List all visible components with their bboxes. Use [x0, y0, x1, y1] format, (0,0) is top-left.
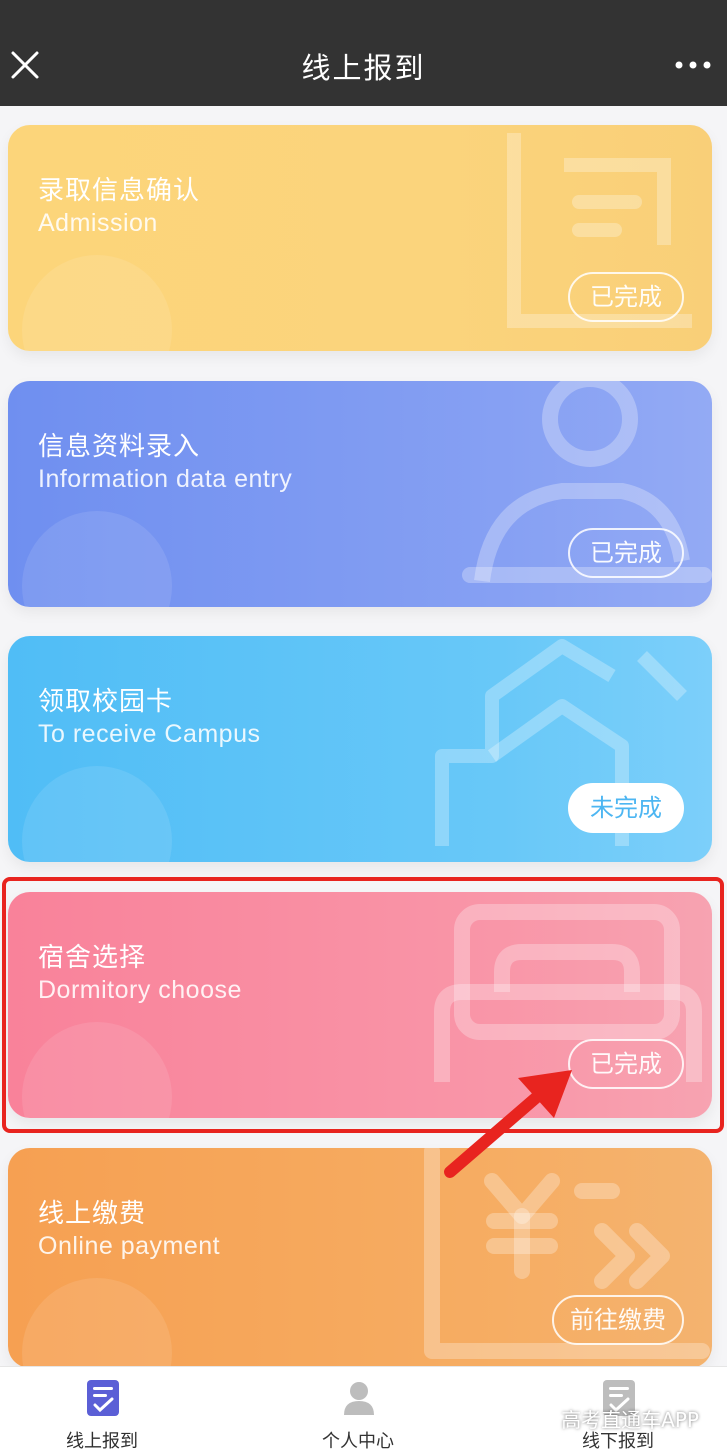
page-title: 线上报到 [301, 51, 426, 85]
card-title-en: Information data entry [38, 465, 293, 493]
go-pay-button[interactable]: 前往缴费 [552, 1295, 684, 1345]
card-title-en: Online payment [38, 1232, 221, 1260]
card-online-payment[interactable]: 线上缴费 Online payment 前往缴费 [8, 1148, 712, 1368]
tab-personal-center[interactable]: 个人中心 [258, 1367, 458, 1455]
highlight-box [2, 877, 724, 1133]
card-information-entry[interactable]: 信息资料录入 Information data entry 已完成 [8, 381, 712, 607]
decor-blob [22, 255, 172, 351]
tab-online-check-in[interactable]: 线上报到 [2, 1367, 202, 1455]
decor-blob [22, 511, 172, 607]
status-badge[interactable]: 已完成 [568, 272, 684, 322]
user-icon [344, 1382, 374, 1415]
tab-label: 个人中心 [322, 1431, 394, 1452]
decor-blob [22, 766, 172, 862]
card-title-cn: 线上缴费 [38, 1199, 147, 1229]
card-title-cn: 录取信息确认 [38, 176, 201, 206]
card-title-en: Admission [38, 209, 158, 237]
card-admission[interactable]: 录取信息确认 Admission 已完成 [8, 125, 712, 351]
tab-label: 线上报到 [66, 1431, 138, 1452]
watermark-text: 高考直通车APP [561, 1408, 699, 1432]
arrow-annotation-icon [444, 1070, 572, 1178]
card-campus-card[interactable]: 领取校园卡 To receive Campus 未完成 [8, 636, 712, 862]
checklist-icon [87, 1380, 119, 1416]
status-badge[interactable]: 未完成 [568, 783, 684, 833]
card-title-cn: 领取校园卡 [38, 687, 174, 717]
status-badge[interactable]: 已完成 [568, 528, 684, 578]
top-bar: 线上报到 [0, 0, 727, 106]
card-title-en: To receive Campus [38, 720, 261, 748]
card-title-cn: 信息资料录入 [38, 432, 201, 462]
decor-blob [22, 1278, 172, 1368]
more-dots-icon[interactable] [673, 58, 713, 72]
